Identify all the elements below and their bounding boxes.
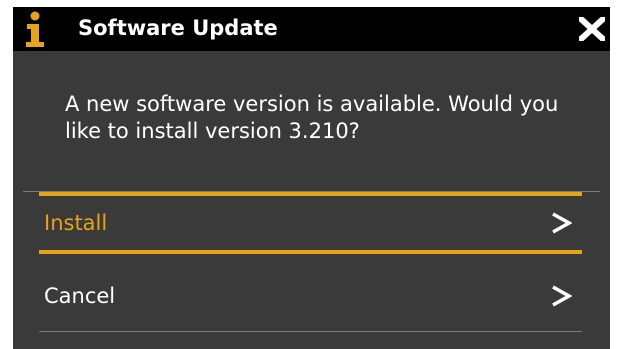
cancel-label: Cancel bbox=[44, 284, 116, 308]
chevron-right-icon bbox=[552, 285, 572, 307]
dialog-title: Software Update bbox=[78, 16, 278, 40]
install-label: Install bbox=[44, 211, 108, 235]
cancel-button[interactable]: Cancel bbox=[39, 265, 582, 327]
info-icon bbox=[26, 11, 44, 47]
chevron-right-icon bbox=[552, 212, 572, 234]
title-bar: Software Update bbox=[13, 7, 610, 51]
software-update-dialog: Software Update A new software version i… bbox=[13, 7, 610, 349]
close-icon[interactable] bbox=[579, 17, 605, 41]
menu-bottom-divider bbox=[39, 331, 582, 332]
install-button[interactable]: Install bbox=[39, 192, 582, 254]
dialog-message: A new software version is available. Wou… bbox=[65, 92, 559, 143]
